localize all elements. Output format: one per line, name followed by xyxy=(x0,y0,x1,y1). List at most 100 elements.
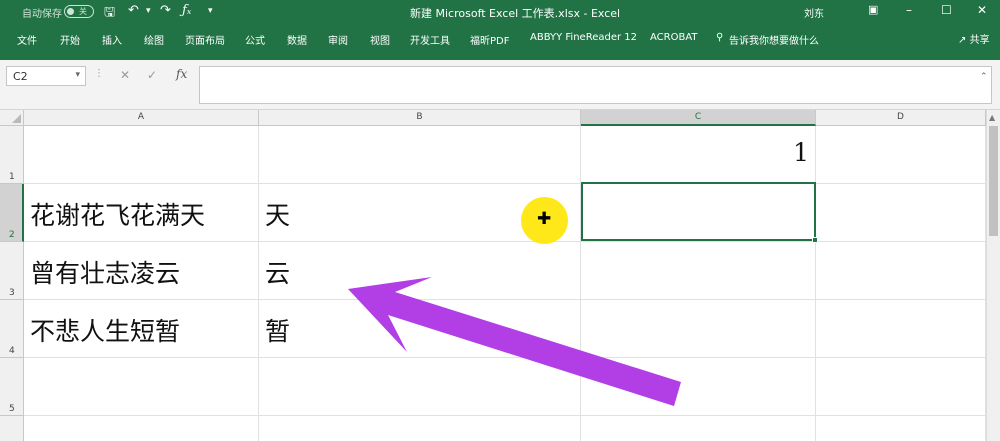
formula-bar-area: C2 ▾ ⋮ ✕ ✓ fx ⌃ xyxy=(0,60,1000,110)
cell-a1[interactable] xyxy=(24,126,259,184)
tab-view[interactable]: 视图 xyxy=(370,32,390,47)
customize-quick-access-icon[interactable]: ▾ xyxy=(208,6,213,16)
minimize-icon[interactable]: – xyxy=(906,3,912,17)
row-header-2[interactable]: 2 xyxy=(0,184,24,242)
tab-review[interactable]: 审阅 xyxy=(328,32,348,47)
tell-me-search[interactable]: 告诉我你想要做什么 xyxy=(729,32,819,47)
autosave-toggle[interactable]: 关 xyxy=(64,5,94,18)
cell-b2-value: 天 xyxy=(265,201,291,230)
insert-function-button[interactable]: fx xyxy=(176,67,187,81)
tab-developer[interactable]: 开发工具 xyxy=(410,32,450,47)
cell-b4-value: 暂 xyxy=(265,317,291,346)
share-label: 共享 xyxy=(969,35,990,46)
active-cell-border xyxy=(581,182,818,243)
worksheet-grid[interactable]: A B C D 1 2 3 4 5 1 花谢花飞花满天 天 曾有壮志凌云 云 不… xyxy=(0,110,986,441)
cell-d4[interactable] xyxy=(816,300,986,358)
cell-a2[interactable]: 花谢花飞花满天 xyxy=(24,184,259,242)
column-header-a[interactable]: A xyxy=(24,110,259,126)
autosave-label: 自动保存 xyxy=(22,9,62,20)
cell-a6[interactable] xyxy=(24,416,259,441)
cell-b3[interactable]: 云 xyxy=(259,242,581,300)
autosave-toggle-label: 关 xyxy=(79,7,87,16)
cell-a2-value: 花谢花飞花满天 xyxy=(30,201,206,230)
name-box-dropdown-icon[interactable]: ▾ xyxy=(75,70,80,80)
cell-a4-value: 不悲人生短暂 xyxy=(30,317,181,346)
cell-b5[interactable] xyxy=(259,358,581,416)
tab-data[interactable]: 数据 xyxy=(287,32,307,47)
cell-a5[interactable] xyxy=(24,358,259,416)
cell-a3[interactable]: 曾有壮志凌云 xyxy=(24,242,259,300)
cell-d1[interactable] xyxy=(816,126,986,184)
cell-c5[interactable] xyxy=(581,358,816,416)
tab-acrobat[interactable]: ACROBAT xyxy=(650,32,698,43)
lightbulb-icon: ⚲ xyxy=(716,32,724,43)
column-header-c[interactable]: C xyxy=(581,110,816,126)
cell-b3-value: 云 xyxy=(265,259,291,288)
cancel-icon[interactable]: ✕ xyxy=(120,68,130,82)
column-header-b[interactable]: B xyxy=(259,110,581,126)
user-name[interactable]: 刘东 xyxy=(804,5,824,20)
share-icon: ↗ xyxy=(958,35,967,46)
mouse-cursor-highlight: ✚ xyxy=(521,197,568,244)
cell-c1-value: 1 xyxy=(793,138,809,167)
row-number: 3 xyxy=(9,288,15,298)
redo-icon[interactable]: ↷ xyxy=(160,3,171,18)
share-button[interactable]: ↗ 共享 xyxy=(958,31,990,46)
row-header-1[interactable]: 1 xyxy=(0,126,24,184)
ribbon-display-options-icon[interactable]: ▣ xyxy=(868,3,878,16)
row-number: 1 xyxy=(9,172,15,182)
title-bar: 自动保存 关 🖫 ↶ ▾ ↷ ƒₓ ▾ 新建 Microsoft Excel 工… xyxy=(0,0,1000,24)
select-all-button[interactable] xyxy=(0,110,24,126)
tab-page-layout[interactable]: 页面布局 xyxy=(185,32,225,47)
cell-c6[interactable] xyxy=(581,416,816,441)
cell-d5[interactable] xyxy=(816,358,986,416)
select-all-triangle-icon xyxy=(12,114,21,123)
scrollbar-thumb[interactable] xyxy=(989,126,998,236)
tab-foxit-pdf[interactable]: 福昕PDF xyxy=(470,32,509,47)
scroll-up-icon[interactable]: ▲ xyxy=(989,113,995,122)
row-number: 4 xyxy=(9,346,15,356)
row-header-4[interactable]: 4 xyxy=(0,300,24,358)
row-number: 2 xyxy=(9,230,15,240)
tab-insert[interactable]: 插入 xyxy=(102,32,122,47)
cell-d6[interactable] xyxy=(816,416,986,441)
formula-bar-grip-icon: ⋮ xyxy=(94,68,104,79)
cell-c1[interactable]: 1 xyxy=(581,126,816,184)
cell-b1[interactable] xyxy=(259,126,581,184)
close-icon[interactable]: ✕ xyxy=(977,3,987,17)
cell-a4[interactable]: 不悲人生短暂 xyxy=(24,300,259,358)
cell-d2[interactable] xyxy=(816,184,986,242)
fill-handle[interactable] xyxy=(812,237,818,243)
cell-b6[interactable] xyxy=(259,416,581,441)
tab-abbyy[interactable]: ABBYY FineReader 12 xyxy=(530,32,637,43)
name-box-value: C2 xyxy=(13,70,28,83)
row-header-5[interactable]: 5 xyxy=(0,358,24,416)
window-title: 新建 Microsoft Excel 工作表.xlsx - Excel xyxy=(410,7,621,20)
formula-input[interactable] xyxy=(199,66,992,104)
cross-cursor-icon: ✚ xyxy=(537,209,552,229)
toggle-knob-icon xyxy=(67,8,74,15)
cell-a3-value: 曾有壮志凌云 xyxy=(30,259,181,288)
undo-dropdown-icon[interactable]: ▾ xyxy=(146,6,151,16)
row-number: 5 xyxy=(9,404,15,414)
save-icon[interactable]: 🖫 xyxy=(104,3,115,25)
insert-function-icon[interactable]: ƒₓ xyxy=(182,3,191,18)
tab-file[interactable]: 文件 xyxy=(17,32,37,47)
ribbon-tabs: 文件 开始 插入 绘图 页面布局 公式 数据 审阅 视图 开发工具 福昕PDF … xyxy=(0,24,1000,54)
cell-c4[interactable] xyxy=(581,300,816,358)
row-header-3[interactable]: 3 xyxy=(0,242,24,300)
column-header-d[interactable]: D xyxy=(816,110,986,126)
maximize-icon[interactable]: ☐ xyxy=(941,3,952,17)
enter-icon[interactable]: ✓ xyxy=(147,68,157,82)
undo-icon[interactable]: ↶ xyxy=(128,3,139,18)
row-header-6[interactable] xyxy=(0,416,24,441)
cell-d3[interactable] xyxy=(816,242,986,300)
expand-formula-bar-icon[interactable]: ⌃ xyxy=(980,72,988,82)
tab-home[interactable]: 开始 xyxy=(60,32,80,47)
name-box[interactable]: C2 ▾ xyxy=(6,66,86,86)
cell-b4[interactable]: 暂 xyxy=(259,300,581,358)
cell-c3[interactable] xyxy=(581,242,816,300)
tab-formulas[interactable]: 公式 xyxy=(245,32,265,47)
tab-draw[interactable]: 绘图 xyxy=(144,32,164,47)
vertical-scrollbar[interactable]: ▲ xyxy=(986,110,1000,441)
